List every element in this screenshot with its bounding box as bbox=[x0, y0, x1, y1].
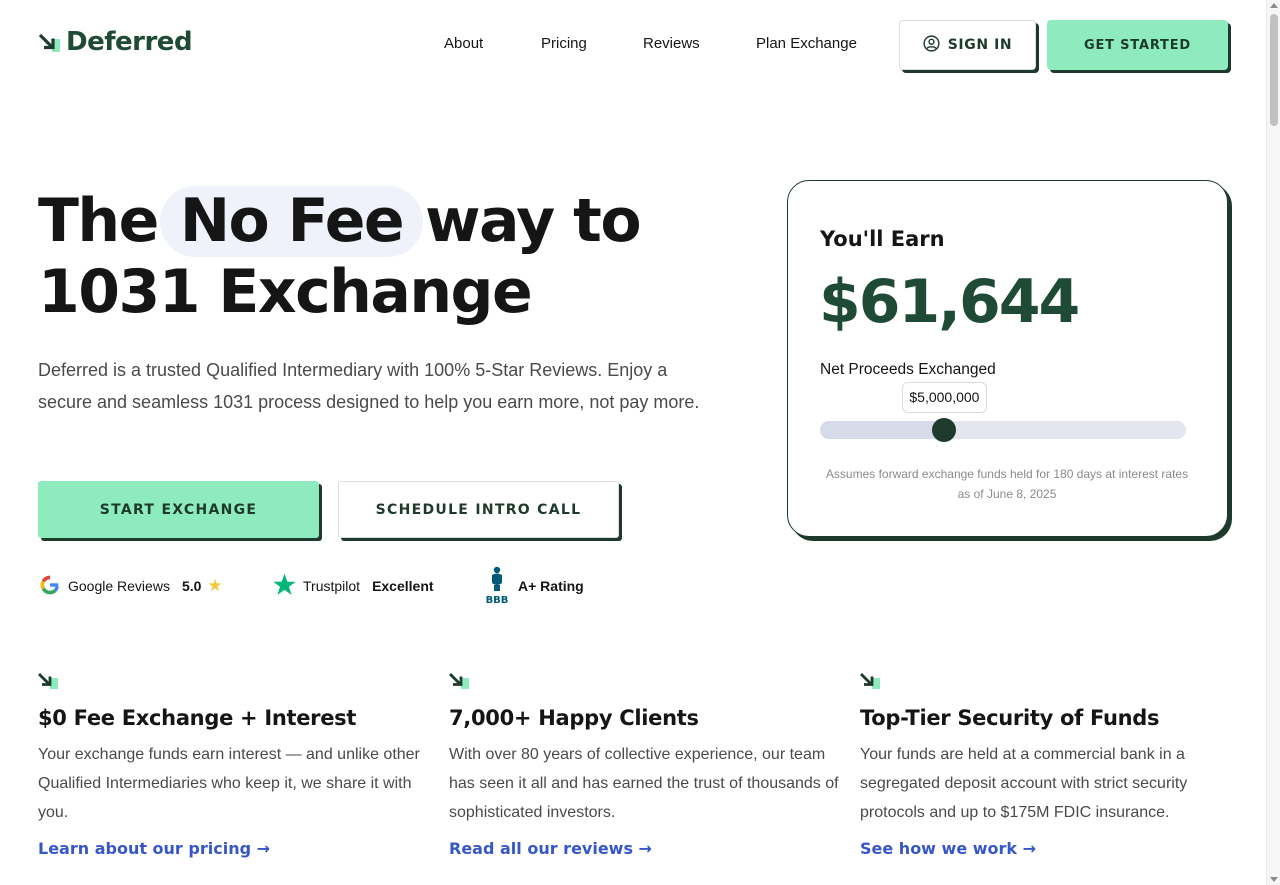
feature-title: Top-Tier Security of Funds bbox=[860, 706, 1160, 730]
feature-pricing: $0 Fee Exchange + Interest Your exchange… bbox=[38, 672, 428, 859]
bbb-logo-icon: BBB bbox=[484, 566, 510, 607]
user-circle-icon bbox=[923, 34, 940, 56]
slider-thumb[interactable] bbox=[932, 418, 957, 442]
google-icon bbox=[38, 573, 62, 600]
star-icon: ★ bbox=[207, 576, 223, 595]
nav-plan-exchange[interactable]: Plan Exchange bbox=[756, 35, 857, 52]
trustpilot-star-icon bbox=[272, 572, 297, 600]
nav-reviews[interactable]: Reviews bbox=[643, 35, 700, 52]
sign-in-label: SIGN IN bbox=[947, 37, 1013, 53]
arrow-down-right-icon bbox=[449, 672, 471, 690]
hero-title-suffix: way to bbox=[425, 186, 641, 256]
start-exchange-button[interactable]: START EXCHANGE bbox=[38, 481, 319, 538]
hero-title: The No Fee way to 1031 Exchange bbox=[38, 186, 738, 328]
net-proceeds-slider[interactable] bbox=[820, 418, 1186, 442]
page-scrollbar[interactable] bbox=[1266, 0, 1280, 885]
bbb-rating[interactable]: BBB A+ Rating bbox=[484, 566, 584, 607]
hero-description: Deferred is a trusted Qualified Intermed… bbox=[38, 360, 700, 412]
feature-text: With over 80 years of collective experie… bbox=[449, 746, 839, 821]
scroll-up-arrow-icon[interactable] bbox=[1270, 3, 1278, 8]
deferred-logo[interactable]: Deferred bbox=[38, 27, 193, 57]
pricing-link[interactable]: Learn about our pricing → bbox=[38, 839, 270, 858]
arrow-down-right-icon bbox=[860, 672, 882, 690]
feature-title: 7,000+ Happy Clients bbox=[449, 706, 699, 730]
calculator-amount: $61,644 bbox=[819, 267, 1080, 337]
calculator-heading: You'll Earn bbox=[820, 227, 945, 251]
logo-arrow-icon bbox=[38, 30, 62, 54]
bbb-rating-score: A+ Rating bbox=[518, 578, 584, 594]
arrow-down-right-icon bbox=[38, 672, 60, 690]
schedule-intro-call-button[interactable]: SCHEDULE INTRO CALL bbox=[338, 481, 619, 538]
get-started-button[interactable]: GET STARTED bbox=[1047, 20, 1228, 70]
site-header: Deferred About Pricing Reviews Plan Exch… bbox=[0, 0, 1266, 90]
nav-about[interactable]: About bbox=[444, 35, 483, 52]
slider-fill bbox=[820, 421, 945, 439]
trustpilot-label: Trustpilot bbox=[303, 578, 361, 594]
feature-clients: 7,000+ Happy Clients With over 80 years … bbox=[449, 672, 839, 859]
scroll-down-arrow-icon[interactable] bbox=[1270, 877, 1278, 882]
nav-pricing[interactable]: Pricing bbox=[541, 35, 587, 52]
hero-title-highlight: No Fee bbox=[159, 186, 424, 257]
feature-text: Your exchange funds earn interest — and … bbox=[38, 746, 420, 821]
feature-text: Your funds are held at a commercial bank… bbox=[860, 746, 1188, 821]
net-proceeds-label: Net Proceeds Exchanged bbox=[820, 361, 996, 378]
trustpilot-rating[interactable]: Trustpilot Excellent bbox=[272, 568, 434, 604]
how-we-work-link[interactable]: See how we work → bbox=[860, 839, 1036, 858]
slider-value-tooltip: $5,000,000 bbox=[902, 382, 987, 413]
scrollbar-thumb[interactable] bbox=[1270, 14, 1278, 126]
trustpilot-score: Excellent bbox=[372, 578, 434, 594]
earnings-calculator-card: You'll Earn $61,644 Net Proceeds Exchang… bbox=[787, 180, 1228, 537]
feature-title: $0 Fee Exchange + Interest bbox=[38, 706, 357, 730]
hero-title-prefix: The bbox=[38, 186, 159, 256]
sign-in-button[interactable]: SIGN IN bbox=[899, 20, 1036, 70]
reviews-link[interactable]: Read all our reviews → bbox=[449, 839, 652, 858]
logo-text: Deferred bbox=[66, 27, 193, 57]
google-rating[interactable]: Google Reviews 5.0 ★ bbox=[38, 568, 223, 604]
google-rating-score: 5.0 bbox=[181, 578, 202, 594]
google-rating-label: Google Reviews bbox=[68, 578, 170, 594]
calculator-disclaimer: Assumes forward exchange funds held for … bbox=[825, 467, 1189, 501]
svg-text:BBB: BBB bbox=[486, 595, 509, 604]
hero-title-line2: 1031 Exchange bbox=[38, 257, 533, 327]
feature-security: Top-Tier Security of Funds Your funds ar… bbox=[860, 672, 1250, 859]
